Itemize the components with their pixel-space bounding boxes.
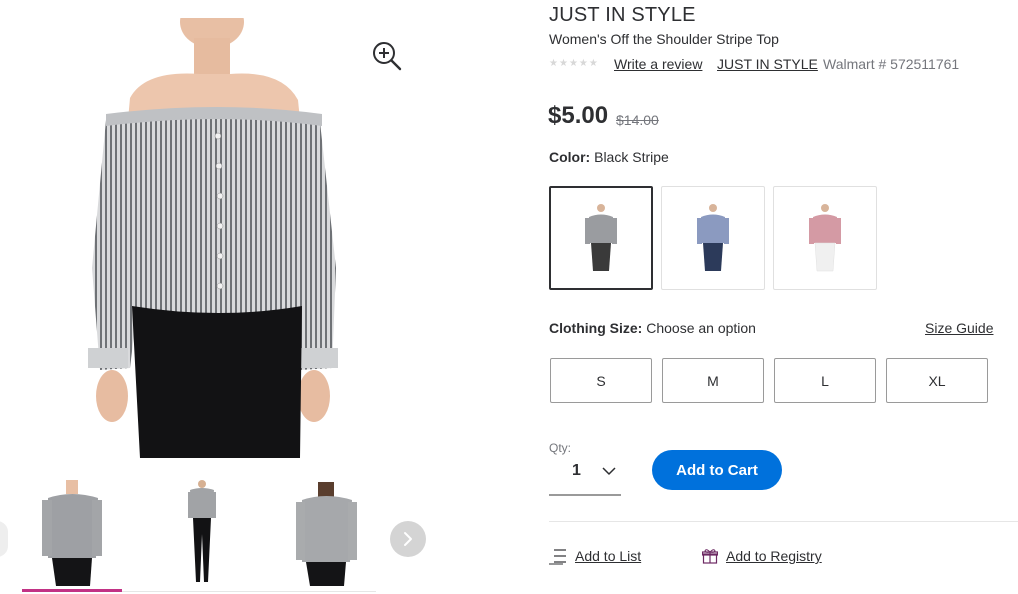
previous-image-button[interactable] [0, 521, 8, 557]
rating-stars[interactable]: ★ ★ ★ ★ ★ [549, 58, 598, 70]
color-value: Black Stripe [594, 149, 669, 165]
add-to-registry-label: Add to Registry [726, 548, 822, 564]
brand-link[interactable]: JUST IN STYLE [717, 56, 818, 72]
next-image-button[interactable] [390, 521, 426, 557]
color-swatch-blue-stripe[interactable] [661, 186, 765, 290]
color-swatch-black-stripe[interactable] [549, 186, 653, 290]
thumbnail-back[interactable] [276, 478, 376, 590]
thumbnail-front[interactable] [22, 478, 122, 590]
chevron-right-icon [404, 532, 412, 546]
swatch-image [809, 204, 841, 272]
current-price: $5.00 [548, 102, 609, 129]
star-icon: ★ [549, 58, 558, 69]
color-label: Color: [549, 149, 591, 165]
chevron-down-icon [602, 467, 616, 475]
write-review-link[interactable]: Write a review [614, 56, 702, 72]
quantity-select[interactable]: 1 [549, 456, 621, 496]
thumbnail-full-body[interactable] [150, 478, 250, 590]
size-guide-link[interactable]: Size Guide [925, 320, 993, 336]
add-to-list-button[interactable]: Add to List [549, 547, 641, 565]
star-icon: ★ [558, 58, 568, 69]
product-name: Women's Off the Shoulder Stripe Top [549, 31, 779, 47]
size-label: Clothing Size: [549, 320, 643, 336]
add-to-cart-button[interactable]: Add to Cart [652, 450, 782, 490]
size-option-s[interactable]: S [550, 358, 652, 403]
thumbnail-selected-indicator [22, 589, 122, 592]
color-selection-label: Color: Black Stripe [549, 149, 669, 165]
star-icon: ★ [588, 58, 598, 69]
gift-icon [702, 549, 718, 564]
section-divider [549, 521, 1018, 522]
star-icon: ★ [568, 58, 578, 69]
star-icon: ★ [578, 58, 588, 69]
walmart-item-number: Walmart # 572511761 [823, 56, 960, 72]
list-icon [549, 549, 566, 565]
brand-title: JUST IN STYLE [549, 4, 696, 26]
was-price: $14.00 [616, 112, 659, 128]
swatch-image [585, 204, 617, 271]
size-selection-label: Clothing Size: Choose an option [549, 320, 756, 336]
size-option-l[interactable]: L [774, 358, 876, 403]
quantity-label: Qty: [549, 441, 572, 455]
size-option-m[interactable]: M [662, 358, 764, 403]
quantity-value: 1 [572, 462, 581, 479]
size-prompt: Choose an option [646, 320, 756, 336]
size-option-xl[interactable]: XL [886, 358, 988, 403]
main-product-image[interactable] [70, 0, 360, 458]
add-to-list-label: Add to List [575, 548, 642, 564]
zoom-in-icon[interactable] [371, 40, 403, 72]
product-photo [88, 0, 338, 458]
add-to-registry-button[interactable]: Add to Registry [702, 548, 822, 564]
swatch-image [697, 204, 729, 271]
color-swatch-red-stripe[interactable] [773, 186, 877, 290]
